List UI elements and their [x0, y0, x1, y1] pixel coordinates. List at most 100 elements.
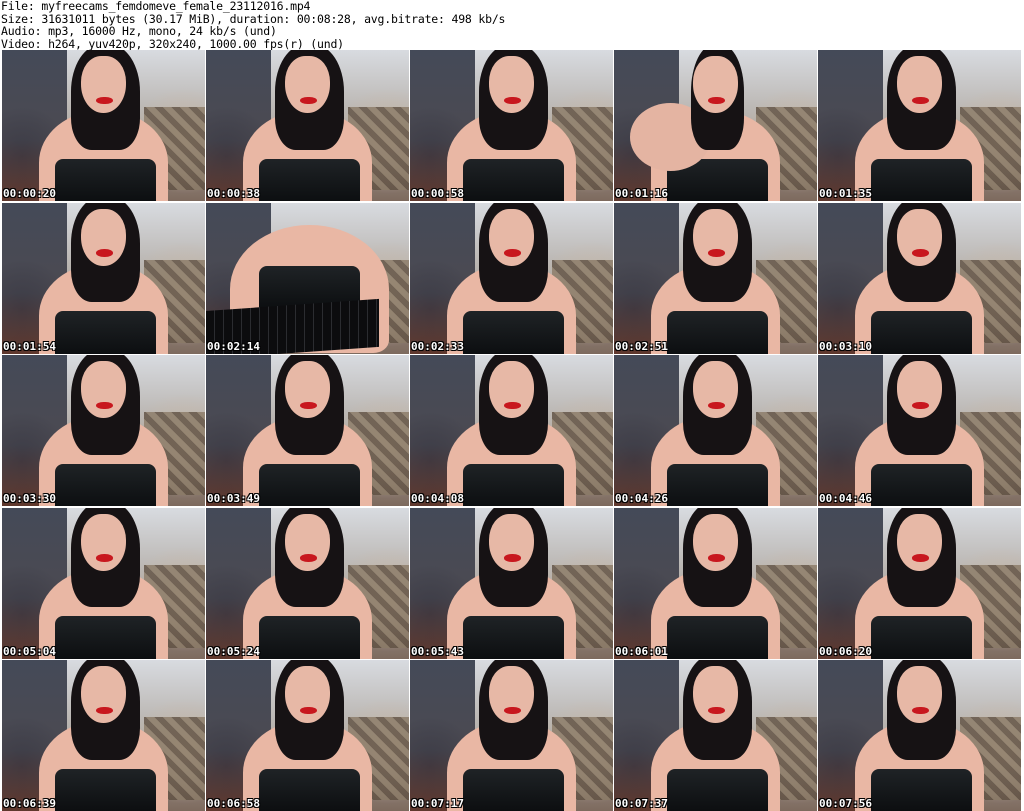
video-thumbnail: 00:00:58 [410, 50, 613, 201]
thumbnail-top [462, 616, 565, 659]
thumbnail-top [666, 616, 769, 659]
thumbnail-lips [504, 249, 521, 257]
thumbnail-timestamp: 00:07:37 [615, 797, 668, 810]
thumbnail-lips [504, 554, 521, 562]
thumbnail-top [462, 158, 565, 201]
thumbnail-face [489, 361, 534, 419]
thumbnail-top [54, 158, 157, 201]
thumbnail-lips [912, 706, 929, 715]
video-thumbnail: 00:02:33 [410, 202, 613, 354]
video-thumbnail: 00:05:24 [206, 507, 409, 659]
thumbnail-lips [708, 96, 725, 105]
thumbnail-lips [96, 706, 113, 715]
thumbnail-timestamp: 00:02:33 [411, 339, 464, 353]
thumbnail-lips [504, 401, 521, 410]
thumbnail-timestamp: 00:02:14 [207, 339, 260, 353]
thumbnail-face [489, 56, 534, 114]
thumbnail-lips [912, 554, 929, 562]
thumbnail-timestamp: 00:00:58 [411, 187, 464, 200]
thumbnail-top [258, 463, 361, 506]
audio-info: Audio: mp3, 16000 Hz, mono, 24 kb/s (und… [1, 24, 277, 38]
thumbnail-top [666, 463, 769, 506]
video-thumbnail: 00:06:39 [2, 660, 205, 811]
thumbnail-face [81, 666, 126, 724]
thumbnail-top [54, 616, 157, 659]
thumbnail-timestamp: 00:02:51 [615, 339, 668, 353]
thumbnail-grid: 00:00:20 00:00:38 00:00:58 00:01:16 00:01:35… [2, 50, 1022, 811]
thumbnail-face [81, 361, 126, 419]
thumbnail-face [693, 361, 738, 419]
thumbnail-lips [708, 401, 725, 410]
video-thumbnail: 00:01:35 [818, 50, 1021, 201]
video-thumbnail: 00:04:08 [410, 355, 613, 506]
thumbnail-lips [300, 401, 317, 410]
thumbnail-top [258, 616, 361, 659]
file-info-header: File: myfreecams_femdomeve_female_231120… [1, 0, 1021, 50]
thumbnail-top [462, 311, 565, 354]
thumbnail-face [81, 208, 126, 266]
thumbnail-face [897, 56, 942, 114]
thumbnail-face [693, 666, 738, 724]
thumbnail-face [693, 208, 738, 266]
thumbnail-lips [300, 554, 317, 562]
thumbnail-face [693, 513, 738, 571]
thumbnail-lips [96, 249, 113, 257]
video-thumbnail: 00:06:20 [818, 507, 1021, 659]
thumbnail-timestamp: 00:04:08 [411, 492, 464, 505]
thumbnail-top [54, 311, 157, 354]
thumbnail-timestamp: 00:04:26 [615, 492, 668, 505]
thumbnail-timestamp: 00:07:56 [819, 797, 872, 810]
video-thumbnail: 00:05:43 [410, 507, 613, 659]
video-thumbnail: 00:04:46 [818, 355, 1021, 506]
thumbnail-timestamp: 00:00:20 [3, 187, 56, 200]
thumbnail-face [285, 513, 330, 571]
thumbnail-timestamp: 00:07:17 [411, 797, 464, 810]
thumbnail-timestamp: 00:06:39 [3, 797, 56, 810]
thumbnail-lips [708, 249, 725, 257]
thumbnail-timestamp: 00:06:01 [615, 644, 668, 658]
video-thumbnail: 00:01:54 [2, 202, 205, 354]
thumbnail-face [897, 208, 942, 266]
thumbnail-timestamp: 00:04:46 [819, 492, 872, 505]
thumbnail-lips [96, 401, 113, 410]
video-thumbnail: 00:01:16 [614, 50, 817, 201]
thumbnail-face [693, 56, 738, 114]
video-thumbnail: 00:06:58 [206, 660, 409, 811]
thumbnail-top [462, 463, 565, 506]
thumbnail-timestamp: 00:06:58 [207, 797, 260, 810]
thumbnail-timestamp: 00:01:35 [819, 187, 872, 200]
thumbnail-face [81, 513, 126, 571]
thumbnail-top [258, 158, 361, 201]
thumbnail-lips [504, 96, 521, 105]
thumbnail-timestamp: 00:06:20 [819, 644, 872, 658]
thumbnail-timestamp: 00:05:24 [207, 644, 260, 658]
thumbnail-top [54, 768, 157, 811]
thumbnail-lips [96, 96, 113, 105]
thumbnail-timestamp: 00:01:16 [615, 187, 668, 200]
thumbnail-lips [912, 401, 929, 410]
thumbnail-timestamp: 00:03:10 [819, 339, 872, 353]
video-thumbnail: 00:00:38 [206, 50, 409, 201]
thumbnail-face [285, 361, 330, 419]
file-name: File: myfreecams_femdomeve_female_231120… [1, 0, 311, 13]
thumbnail-top [666, 768, 769, 811]
thumbnail-timestamp: 00:05:43 [411, 644, 464, 658]
thumbnail-timestamp: 00:00:38 [207, 187, 260, 200]
thumbnail-top [870, 158, 973, 201]
thumbnail-top [870, 768, 973, 811]
thumbnail-face [81, 56, 126, 114]
video-thumbnail: 00:06:01 [614, 507, 817, 659]
thumbnail-lips [708, 554, 725, 562]
thumbnail-face [489, 513, 534, 571]
thumbnail-lips [912, 249, 929, 257]
thumbnail-top [54, 463, 157, 506]
thumbnail-top [870, 311, 973, 354]
video-thumbnail: 00:07:37 [614, 660, 817, 811]
video-thumbnail: 00:03:10 [818, 202, 1021, 354]
video-thumbnail: 00:02:14 [206, 202, 409, 354]
thumbnail-face [489, 666, 534, 724]
thumbnail-face [489, 208, 534, 266]
thumbnail-face [285, 666, 330, 724]
thumbnail-lips [708, 706, 725, 715]
thumbnail-timestamp: 00:05:04 [3, 644, 56, 658]
